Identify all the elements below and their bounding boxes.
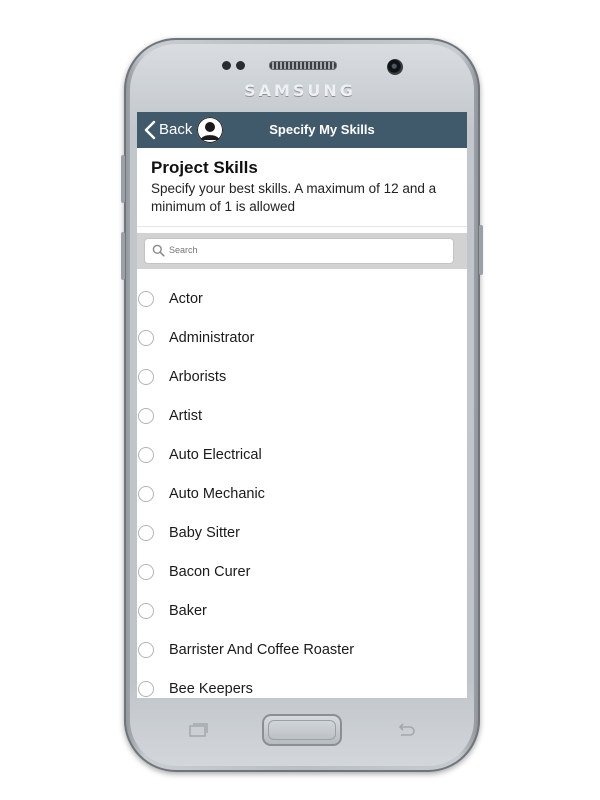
skill-label: Bee Keepers xyxy=(169,681,253,697)
skill-item-bacon-curer[interactable]: Bacon Curer xyxy=(137,553,467,592)
home-button-inner xyxy=(268,720,336,740)
skill-item-auto-mechanic[interactable]: Auto Mechanic xyxy=(137,475,467,514)
skill-item-baker[interactable]: Baker xyxy=(137,592,467,631)
back-button[interactable]: Back xyxy=(159,121,192,138)
section-title: Project Skills xyxy=(151,158,258,177)
skills-header: Project Skills Specify your best skills.… xyxy=(137,148,467,227)
search-bar xyxy=(137,233,467,269)
volume-button xyxy=(121,155,125,203)
earpiece-speaker xyxy=(269,61,337,70)
radio-button[interactable] xyxy=(138,330,154,346)
recent-apps-icon[interactable] xyxy=(187,722,209,738)
home-button[interactable] xyxy=(262,714,342,746)
radio-button[interactable] xyxy=(138,447,154,463)
front-camera xyxy=(387,59,403,75)
app-screen: Back Specify My Skills Project Skills Sp… xyxy=(137,112,467,698)
skill-label: Auto Electrical xyxy=(169,447,262,463)
volume-button-lower xyxy=(121,232,125,280)
search-input[interactable] xyxy=(169,245,439,255)
chevron-left-icon[interactable] xyxy=(143,120,157,140)
sensor-dot xyxy=(222,61,231,70)
skill-item-actor[interactable]: Actor xyxy=(137,280,467,319)
skill-item-arborists[interactable]: Arborists xyxy=(137,358,467,397)
radio-button[interactable] xyxy=(138,369,154,385)
skill-label: Baby Sitter xyxy=(169,525,240,541)
back-arrow-icon[interactable] xyxy=(395,722,417,738)
sensor-dot xyxy=(236,61,245,70)
skill-label: Administrator xyxy=(169,330,255,346)
skill-item-administrator[interactable]: Administrator xyxy=(137,319,467,358)
skill-item-auto-electrical[interactable]: Auto Electrical xyxy=(137,436,467,475)
skill-label: Auto Mechanic xyxy=(169,486,265,502)
radio-button[interactable] xyxy=(138,642,154,658)
radio-button[interactable] xyxy=(138,291,154,307)
skill-item-baby-sitter[interactable]: Baby Sitter xyxy=(137,514,467,553)
skill-item-artist[interactable]: Artist xyxy=(137,397,467,436)
top-bar: Back Specify My Skills xyxy=(137,112,467,148)
radio-button[interactable] xyxy=(138,525,154,541)
skill-item-bee-keepers[interactable]: Bee Keepers xyxy=(137,670,467,698)
skill-label: Artist xyxy=(169,408,203,424)
skill-label: Arborists xyxy=(169,369,227,385)
radio-button[interactable] xyxy=(138,408,154,424)
device-brand: SAMSUNG xyxy=(244,81,356,100)
search-icon xyxy=(152,244,165,257)
user-avatar-icon[interactable] xyxy=(197,117,223,143)
power-button xyxy=(479,225,483,275)
search-box[interactable] xyxy=(144,238,454,264)
skill-item-barrister[interactable]: Barrister And Coffee Roaster xyxy=(137,631,467,670)
skill-label: Bacon Curer xyxy=(169,564,251,580)
skill-list: Actor Administrator Arborists Artist Aut… xyxy=(137,280,467,698)
radio-button[interactable] xyxy=(138,603,154,619)
skill-label: Actor xyxy=(169,291,203,307)
radio-button[interactable] xyxy=(138,564,154,580)
radio-button[interactable] xyxy=(138,486,154,502)
radio-button[interactable] xyxy=(138,681,154,697)
skill-label: Baker xyxy=(169,603,207,619)
section-description: Specify your best skills. A maximum of 1… xyxy=(151,181,437,214)
page-title: Specify My Skills xyxy=(269,122,375,137)
skill-label: Barrister And Coffee Roaster xyxy=(169,642,355,658)
